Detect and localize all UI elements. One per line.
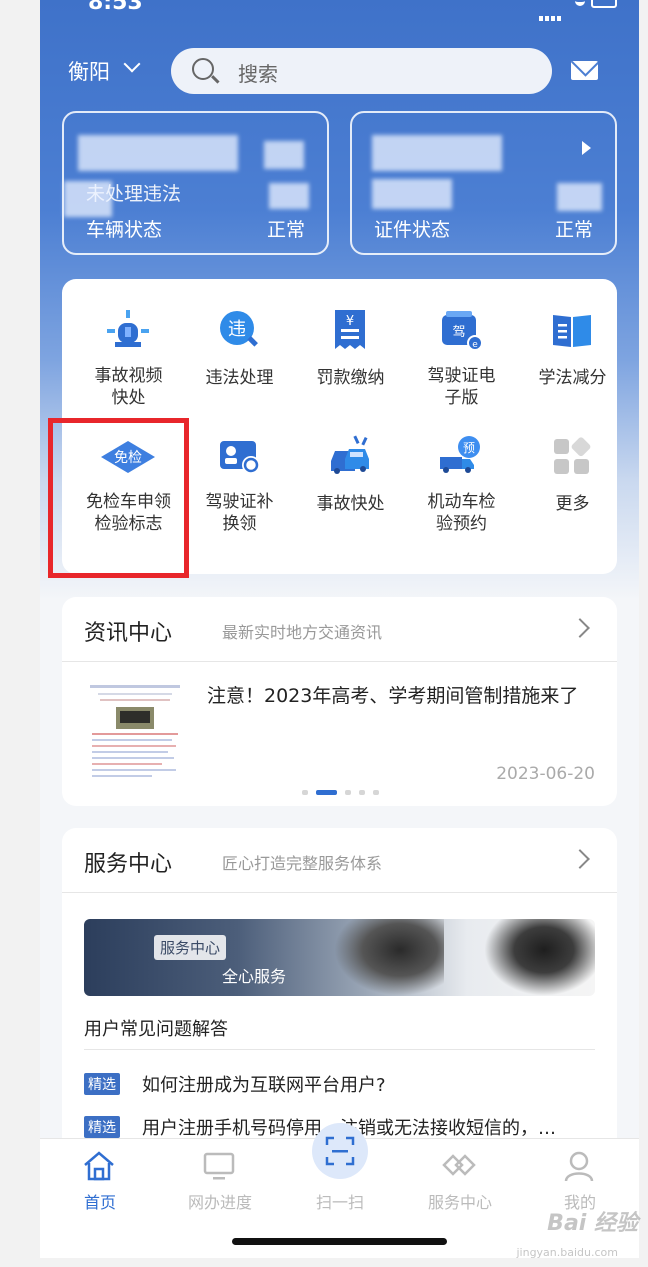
signal-icon xyxy=(539,2,565,21)
news-headline[interactable]: 注意！2023年高考、学考期间管制措施来了 xyxy=(207,683,602,710)
grid-item-accident-quick[interactable]: 事故快处 xyxy=(295,429,406,549)
grid-item-license-renew[interactable]: 驾驶证补 换领 xyxy=(184,429,295,549)
tab-scan[interactable]: 扫一扫 xyxy=(280,1123,400,1219)
search-input[interactable]: 搜索 xyxy=(171,48,552,94)
tab-label: 网办进度 xyxy=(187,1193,252,1212)
vehicle-status-label: 车辆状态 xyxy=(86,219,163,241)
status-time: 8:53 xyxy=(88,0,143,15)
wifi-icon xyxy=(575,0,585,6)
status-bar: 8:53 xyxy=(40,0,639,21)
svg-text:违: 违 xyxy=(228,319,246,340)
grid-label: 违法处理 xyxy=(205,368,274,388)
grid-label: 事故视频 快处 xyxy=(94,366,163,408)
scan-button[interactable] xyxy=(312,1123,368,1179)
divider xyxy=(62,892,617,893)
app-screen: 8:53 衡阳 搜索 未处理违法 车辆状态 正常 证件状态 正常 事故视频 快处… xyxy=(40,0,639,1258)
mail-icon[interactable] xyxy=(571,61,598,80)
scan-icon xyxy=(325,1136,355,1166)
license-status-card[interactable]: 证件状态 正常 xyxy=(350,111,617,255)
more-grid-icon xyxy=(554,437,591,474)
news-center-title: 资讯中心 xyxy=(84,621,173,646)
divider xyxy=(62,661,617,662)
handshake-icon xyxy=(442,1154,476,1176)
violation-search-icon: 违 xyxy=(220,311,258,347)
news-center-subtitle: 最新实时地方交通资讯 xyxy=(222,623,383,642)
grid-label: 更多 xyxy=(555,494,590,514)
watermark-url: jingyan.baidu.com xyxy=(516,1246,618,1259)
tab-label: 扫一扫 xyxy=(315,1193,364,1212)
grid-label: 机动车检 验预约 xyxy=(427,492,496,534)
user-icon xyxy=(564,1151,594,1182)
faq-item[interactable]: 精选 如何注册成为互联网平台用户? xyxy=(84,1071,595,1097)
license-status-label: 证件状态 xyxy=(374,219,451,241)
tab-label: 服务中心 xyxy=(427,1193,492,1212)
grid-item-violation[interactable]: 违 违法处理 xyxy=(184,303,295,423)
vehicle-status-card[interactable]: 未处理违法 车辆状态 正常 xyxy=(62,111,329,255)
tab-home[interactable]: 首页 xyxy=(40,1139,160,1219)
home-indicator xyxy=(232,1238,447,1245)
chevron-right-icon[interactable] xyxy=(570,618,590,638)
divider xyxy=(84,1049,595,1050)
faq-question: 如何注册成为互联网平台用户? xyxy=(142,1075,386,1096)
carousel-indicator xyxy=(302,782,387,795)
tab-service-center[interactable]: 服务中心 xyxy=(400,1139,520,1219)
service-center-subtitle: 匠心打造完整服务体系 xyxy=(222,854,383,873)
faq-question: 用户注册手机号码停用、注销或无法接收短信的，… xyxy=(142,1114,592,1140)
grid-label: 罚款缴纳 xyxy=(316,368,385,388)
banner-tag: 服务中心 xyxy=(154,935,227,960)
grid-item-e-license[interactable]: 驾 e 驾驶证电 子版 xyxy=(406,303,517,423)
vehicle-status-value: 正常 xyxy=(266,219,305,241)
license-renew-icon xyxy=(220,441,260,474)
chevron-right-icon[interactable] xyxy=(570,849,590,869)
svg-text:e: e xyxy=(472,340,478,350)
receipt-yuan-icon: ¥ xyxy=(335,310,365,349)
truck-appointment-icon: 预 xyxy=(440,436,480,473)
service-center-title: 服务中心 xyxy=(84,852,173,877)
chevron-down-icon[interactable] xyxy=(123,55,141,73)
service-center-card: 服务中心 匠心打造完整服务体系 服务中心 全心服务 用户常见问题解答 精选 如何… xyxy=(62,828,617,1158)
grid-item-more[interactable]: 更多 xyxy=(517,429,628,549)
open-book-icon xyxy=(553,315,591,347)
home-icon xyxy=(84,1151,114,1181)
alarm-light-icon xyxy=(107,310,149,347)
top-bar: 衡阳 搜索 xyxy=(40,48,639,94)
highlight-box xyxy=(48,418,189,578)
grid-item-study-points[interactable]: 学法减分 xyxy=(517,303,628,423)
car-crash-icon xyxy=(331,435,369,474)
grid-item-inspection-appointment[interactable]: 预 机动车检 验预约 xyxy=(406,429,517,549)
featured-badge: 精选 xyxy=(84,1073,120,1095)
svg-text:驾: 驾 xyxy=(452,325,465,340)
search-placeholder: 搜索 xyxy=(238,62,278,86)
license-e-icon: 驾 e xyxy=(442,311,483,351)
news-thumbnail[interactable] xyxy=(84,683,187,783)
grid-label: 学法减分 xyxy=(538,368,607,388)
grid-label: 事故快处 xyxy=(316,494,385,514)
svg-text:¥: ¥ xyxy=(346,314,354,329)
tab-label: 首页 xyxy=(83,1193,116,1212)
monitor-icon xyxy=(203,1152,235,1180)
featured-badge: 精选 xyxy=(84,1116,120,1138)
grid-item-fine-payment[interactable]: ¥ 罚款缴纳 xyxy=(295,303,406,423)
faq-title: 用户常见问题解答 xyxy=(84,1019,228,1040)
grid-label: 驾驶证补 换领 xyxy=(205,492,274,534)
watermark: Bai 经验 xyxy=(547,1211,638,1236)
search-icon xyxy=(192,58,214,80)
service-banner[interactable]: 服务中心 全心服务 xyxy=(84,919,595,996)
city-selector[interactable]: 衡阳 xyxy=(68,56,110,86)
news-center-card: 资讯中心 最新实时地方交通资讯 注意！2023年高考、学考期间管制措施来了 20… xyxy=(62,597,617,806)
license-status-value: 正常 xyxy=(554,219,593,241)
grid-label: 驾驶证电 子版 xyxy=(427,366,496,408)
grid-item-accident-video[interactable]: 事故视频 快处 xyxy=(73,303,184,423)
battery-icon xyxy=(591,0,617,8)
chevron-right-icon xyxy=(582,141,591,155)
banner-subtitle: 全心服务 xyxy=(222,967,287,986)
news-date: 2023-06-20 xyxy=(496,764,595,784)
tab-progress[interactable]: 网办进度 xyxy=(160,1139,280,1219)
svg-text:预: 预 xyxy=(463,441,475,455)
